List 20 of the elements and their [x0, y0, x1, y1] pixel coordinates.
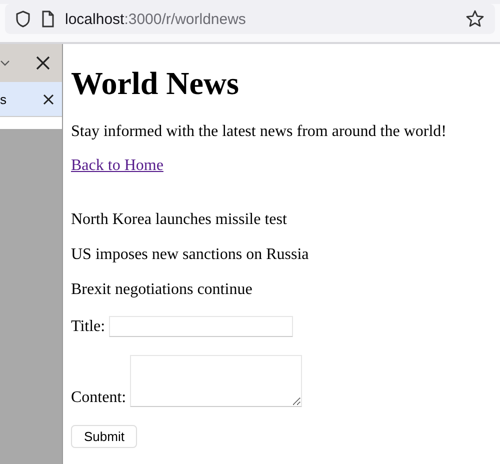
- title-input[interactable]: [109, 316, 294, 337]
- title-label: Title:: [71, 318, 106, 336]
- url-path: :3000/r/worldnews: [124, 10, 246, 28]
- post-title: Brexit negotiations continue: [71, 281, 254, 299]
- content-label: Content:: [71, 389, 126, 407]
- star-icon[interactable]: [465, 9, 485, 29]
- close-icon[interactable]: [36, 56, 50, 70]
- sidebar-tab[interactable]: s: [0, 82, 62, 117]
- url-host: localhost: [65, 10, 124, 28]
- page-title: World News: [71, 65, 240, 102]
- post-title: North Korea launches missile test: [71, 211, 288, 229]
- intro-text: Stay informed with the latest news from around the world!: [71, 123, 446, 141]
- back-link[interactable]: Back to Home: [71, 157, 164, 174]
- chevron-down-icon[interactable]: [0, 60, 10, 66]
- address-bar[interactable]: localhost:3000/r/worldnews: [5, 4, 495, 34]
- post-title: US imposes new sanctions on Russia: [71, 246, 310, 264]
- submit-button[interactable]: Submit: [71, 425, 138, 448]
- page-icon: [41, 10, 55, 28]
- shield-icon[interactable]: [15, 10, 31, 28]
- close-icon[interactable]: [43, 94, 54, 104]
